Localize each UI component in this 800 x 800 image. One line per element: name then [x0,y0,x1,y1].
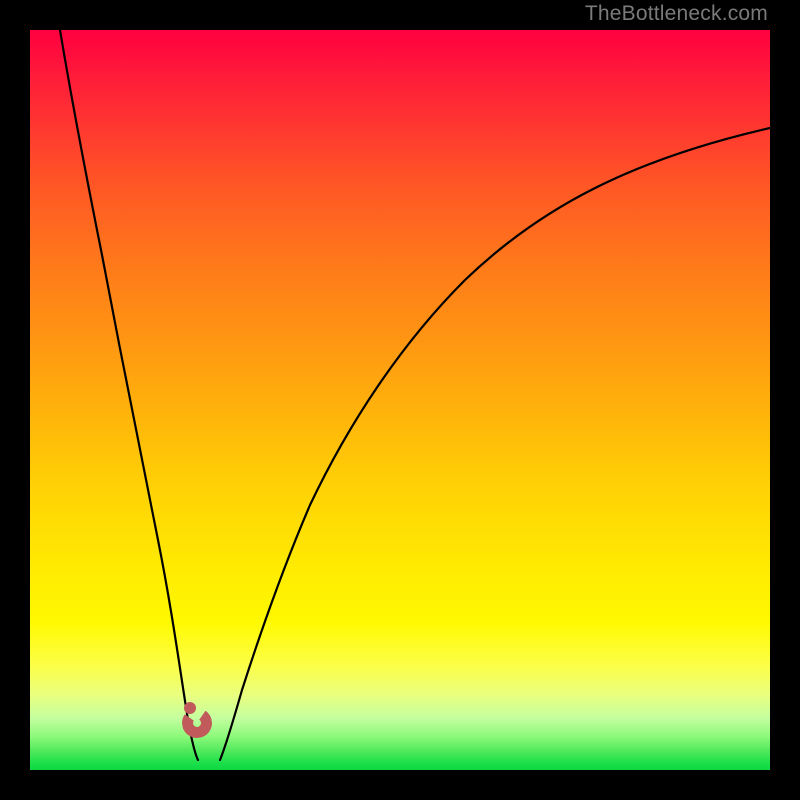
u-marker-dot [184,702,196,714]
curve-left-branch [60,30,198,760]
curve-right-branch [220,128,770,760]
u-marker [182,702,216,738]
bottleneck-curve [30,30,770,770]
watermark-text: TheBottleneck.com [585,2,768,26]
chart-viewport [30,30,770,770]
